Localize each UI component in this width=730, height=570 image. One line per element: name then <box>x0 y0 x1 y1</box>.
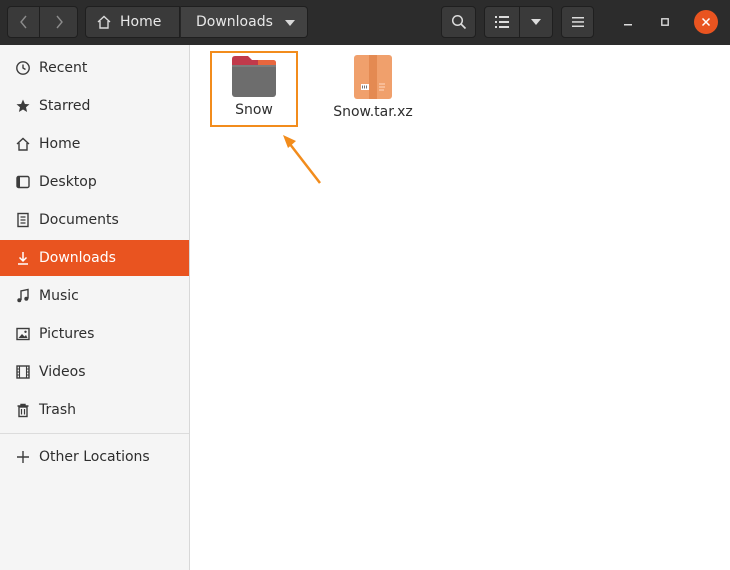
caret-down-icon[interactable] <box>285 20 295 26</box>
search-icon <box>451 14 466 30</box>
sidebar-item-label: Downloads <box>39 250 116 266</box>
file-manager-window: Home Downloads Recent Starred Home Deskt… <box>0 0 730 570</box>
file-name: Snow.tar.xz <box>333 104 413 120</box>
places-sidebar: Recent Starred Home Desktop Documents Do… <box>0 45 190 570</box>
chevron-right-icon <box>55 15 63 29</box>
sidebar-divider <box>0 433 189 434</box>
sidebar-item-downloads[interactable]: Downloads <box>0 240 189 276</box>
trash-icon <box>14 401 32 419</box>
sidebar-item-trash[interactable]: Trash <box>0 392 189 428</box>
sidebar-item-music[interactable]: Music <box>0 278 189 314</box>
music-icon <box>14 287 32 305</box>
file-item-archive[interactable]: Snow.tar.xz <box>328 54 418 120</box>
file-item-folder[interactable]: Snow <box>209 54 299 118</box>
sidebar-item-videos[interactable]: Videos <box>0 354 189 390</box>
minimize-button[interactable] <box>616 10 640 34</box>
sidebar-item-label: Music <box>39 288 79 304</box>
sidebar-item-pictures[interactable]: Pictures <box>0 316 189 352</box>
breadcrumb-home[interactable]: Home <box>85 6 180 38</box>
sidebar-item-label: Starred <box>39 98 91 114</box>
sidebar-item-desktop[interactable]: Desktop <box>0 164 189 200</box>
breadcrumb-downloads[interactable]: Downloads <box>180 6 308 38</box>
view-options-button[interactable] <box>520 6 553 38</box>
sidebar-item-label: Other Locations <box>39 449 150 465</box>
sidebar-item-label: Recent <box>39 60 88 76</box>
maximize-button[interactable] <box>653 10 677 34</box>
forward-button[interactable] <box>40 6 78 38</box>
home-icon <box>97 15 111 29</box>
file-view: Snow Snow.tar.xz <box>190 45 730 570</box>
sidebar-item-label: Desktop <box>39 174 97 190</box>
hamburger-menu-icon <box>571 17 584 27</box>
desktop-icon <box>14 173 32 191</box>
sidebar-item-home[interactable]: Home <box>0 126 189 162</box>
breadcrumb-home-label: Home <box>120 14 162 30</box>
picture-icon <box>14 325 32 343</box>
document-icon <box>14 211 32 229</box>
menu-button[interactable] <box>561 6 594 38</box>
close-icon <box>701 17 711 27</box>
minimize-icon <box>624 24 632 26</box>
download-icon <box>14 249 32 267</box>
header-bar: Home Downloads <box>0 0 730 45</box>
sidebar-item-label: Home <box>39 136 81 152</box>
home-icon <box>14 135 32 153</box>
clock-icon <box>14 59 32 77</box>
restore-icon <box>661 18 669 26</box>
annotation-arrow <box>283 135 321 184</box>
close-button[interactable] <box>694 10 718 34</box>
caret-down-icon <box>531 19 541 25</box>
folder-icon <box>232 56 276 97</box>
back-button[interactable] <box>7 6 40 38</box>
breadcrumb-current-label: Downloads <box>196 14 273 30</box>
sidebar-item-label: Videos <box>39 364 86 380</box>
file-name: Snow <box>235 102 273 118</box>
chevron-left-icon <box>19 15 27 29</box>
view-list-button[interactable] <box>484 6 520 38</box>
sidebar-item-documents[interactable]: Documents <box>0 202 189 238</box>
search-button[interactable] <box>441 6 476 38</box>
sidebar-item-label: Pictures <box>39 326 95 342</box>
sidebar-item-starred[interactable]: Starred <box>0 88 189 124</box>
list-view-icon <box>495 16 509 28</box>
sidebar-item-other-locations[interactable]: Other Locations <box>0 439 189 475</box>
sidebar-item-label: Trash <box>39 402 76 418</box>
video-icon <box>14 363 32 381</box>
plus-icon <box>14 448 32 466</box>
sidebar-item-label: Documents <box>39 212 119 228</box>
archive-icon <box>354 55 392 99</box>
star-icon <box>14 97 32 115</box>
sidebar-item-recent[interactable]: Recent <box>0 50 189 86</box>
